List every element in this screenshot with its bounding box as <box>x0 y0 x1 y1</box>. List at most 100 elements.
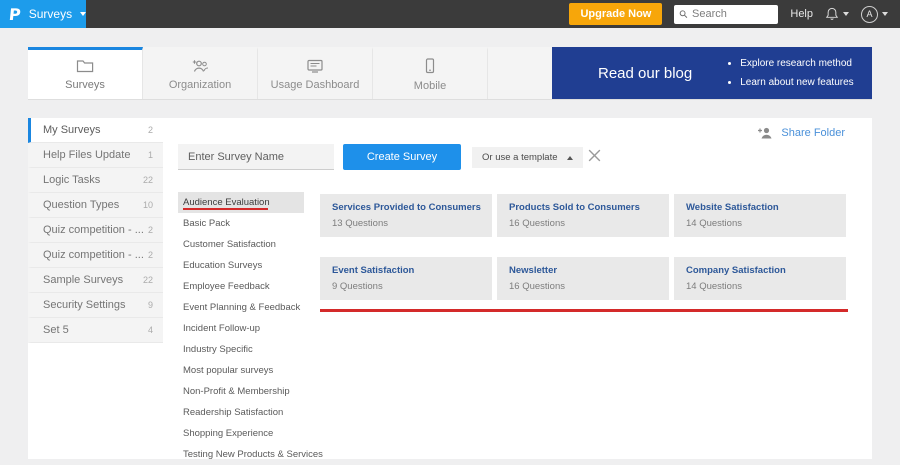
template-category-list: Audience Evaluation Basic Pack Customer … <box>178 192 304 465</box>
template-card-company-satisfaction[interactable]: Company Satisfaction 14 Questions <box>674 257 846 300</box>
template-card-event-satisfaction[interactable]: Event Satisfaction 9 Questions <box>320 257 492 300</box>
use-template-label: Or use a template <box>482 152 558 163</box>
survey-name-input[interactable] <box>178 144 334 170</box>
template-question-count: 13 Questions <box>332 218 480 229</box>
category-customer-satisfaction[interactable]: Customer Satisfaction <box>178 234 304 255</box>
template-question-count: 16 Questions <box>509 281 657 292</box>
sidebar-item-count: 2 <box>148 250 153 260</box>
category-shopping-experience[interactable]: Shopping Experience <box>178 423 304 444</box>
category-employee-feedback[interactable]: Employee Feedback <box>178 276 304 297</box>
phone-icon <box>424 58 436 74</box>
template-question-count: 14 Questions <box>686 281 834 292</box>
app-logo-menu[interactable]: P Surveys <box>0 0 86 28</box>
chevron-down-icon <box>882 12 888 16</box>
tab-strip: Surveys Organization Usage Dashboard Mob… <box>28 47 872 100</box>
share-person-icon <box>757 126 773 139</box>
top-bar: P Surveys Upgrade Now Help A <box>0 0 900 28</box>
search-input[interactable] <box>692 8 773 20</box>
category-education-surveys[interactable]: Education Surveys <box>178 255 304 276</box>
notifications-menu[interactable] <box>825 7 849 21</box>
category-label: Industry Specific <box>183 344 253 355</box>
sidebar-item-label: Help Files Update <box>43 149 130 161</box>
chevron-down-icon <box>843 12 849 16</box>
template-title: Event Satisfaction <box>332 265 480 276</box>
category-label: Readership Satisfaction <box>183 407 283 418</box>
category-most-popular-surveys[interactable]: Most popular surveys <box>178 360 304 381</box>
tab-label: Mobile <box>414 80 446 92</box>
sidebar-item-logic-tasks[interactable]: Logic Tasks 22 <box>28 168 163 193</box>
content-panel: My Surveys 2 Help Files Update 1 Logic T… <box>28 118 872 459</box>
sidebar-item-count: 10 <box>143 200 153 210</box>
category-label: Testing New Products & Services <box>183 449 323 460</box>
category-label: Audience Evaluation <box>183 197 270 208</box>
bell-icon <box>825 7 839 21</box>
folder-icon <box>76 59 94 73</box>
search-icon <box>679 9 688 19</box>
category-label: Incident Follow-up <box>183 323 260 334</box>
template-card-products-sold[interactable]: Products Sold to Consumers 16 Questions <box>497 194 669 237</box>
annotation-red-underline <box>183 208 268 210</box>
sidebar-item-count: 22 <box>143 275 153 285</box>
category-label: Education Surveys <box>183 260 262 271</box>
upgrade-now-button[interactable]: Upgrade Now <box>569 3 662 25</box>
category-label: Most popular surveys <box>183 365 273 376</box>
sidebar-item-sample-surveys[interactable]: Sample Surveys 22 <box>28 268 163 293</box>
blog-bullet: Explore research method <box>740 54 853 73</box>
category-basic-pack[interactable]: Basic Pack <box>178 213 304 234</box>
template-question-count: 16 Questions <box>509 218 657 229</box>
category-label: Customer Satisfaction <box>183 239 276 250</box>
template-question-count: 9 Questions <box>332 281 480 292</box>
sidebar-item-count: 9 <box>148 300 153 310</box>
monitor-icon <box>306 59 324 73</box>
tab-surveys[interactable]: Surveys <box>28 47 143 99</box>
sidebar-item-label: Question Types <box>43 199 119 211</box>
close-icon[interactable] <box>587 148 602 163</box>
sidebar-item-label: Set 5 <box>43 324 69 336</box>
chevron-up-icon <box>567 156 573 160</box>
category-non-profit-membership[interactable]: Non-Profit & Membership <box>178 381 304 402</box>
sidebar-item-label: Quiz competition - ... <box>43 224 144 236</box>
category-readership-satisfaction[interactable]: Readership Satisfaction <box>178 402 304 423</box>
template-card-newsletter[interactable]: Newsletter 16 Questions <box>497 257 669 300</box>
category-incident-follow-up[interactable]: Incident Follow-up <box>178 318 304 339</box>
template-title: Newsletter <box>509 265 657 276</box>
sidebar-item-label: My Surveys <box>43 124 100 136</box>
read-blog-banner[interactable]: Read our blog Explore research method Le… <box>552 47 872 99</box>
sidebar-item-label: Logic Tasks <box>43 174 100 186</box>
category-testing-new-products[interactable]: Testing New Products & Services <box>178 444 304 465</box>
template-question-count: 14 Questions <box>686 218 834 229</box>
sidebar-item-label: Security Settings <box>43 299 126 311</box>
sidebar-item-set-5[interactable]: Set 5 4 <box>28 318 163 343</box>
category-audience-evaluation[interactable]: Audience Evaluation <box>178 192 304 213</box>
help-link[interactable]: Help <box>790 8 813 20</box>
app-menu-label: Surveys <box>29 7 72 21</box>
tab-mobile[interactable]: Mobile <box>373 47 488 99</box>
topbar-right-group: Upgrade Now Help A <box>569 3 900 25</box>
folders-sidebar: My Surveys 2 Help Files Update 1 Logic T… <box>28 118 163 459</box>
blog-banner-title: Read our blog <box>552 65 692 82</box>
proprofs-logo-icon: P <box>8 5 22 24</box>
template-card-services-provided[interactable]: Services Provided to Consumers 13 Questi… <box>320 194 492 237</box>
create-survey-button[interactable]: Create Survey <box>343 144 461 170</box>
template-card-website-satisfaction[interactable]: Website Satisfaction 14 Questions <box>674 194 846 237</box>
account-menu[interactable]: A <box>861 6 888 23</box>
tab-label: Surveys <box>65 79 105 91</box>
sidebar-item-quiz-competition-1[interactable]: Quiz competition - ... 2 <box>28 218 163 243</box>
sidebar-item-security-settings[interactable]: Security Settings 9 <box>28 293 163 318</box>
tab-usage-dashboard[interactable]: Usage Dashboard <box>258 47 373 99</box>
sidebar-item-my-surveys[interactable]: My Surveys 2 <box>28 118 163 143</box>
category-event-planning-feedback[interactable]: Event Planning & Feedback <box>178 297 304 318</box>
tab-organization[interactable]: Organization <box>143 47 258 99</box>
tab-label: Organization <box>169 79 231 91</box>
sidebar-item-quiz-competition-2[interactable]: Quiz competition - ... 2 <box>28 243 163 268</box>
sidebar-item-question-types[interactable]: Question Types 10 <box>28 193 163 218</box>
category-label: Non-Profit & Membership <box>183 386 290 397</box>
sidebar-item-count: 22 <box>143 175 153 185</box>
category-label: Event Planning & Feedback <box>183 302 300 313</box>
category-industry-specific[interactable]: Industry Specific <box>178 339 304 360</box>
sidebar-item-help-files-update[interactable]: Help Files Update 1 <box>28 143 163 168</box>
share-folder-button[interactable]: Share Folder <box>757 126 845 139</box>
blog-banner-bullets: Explore research method Learn about new … <box>726 54 853 92</box>
search-box[interactable] <box>674 5 778 24</box>
use-template-dropdown[interactable]: Or use a template <box>472 147 583 168</box>
